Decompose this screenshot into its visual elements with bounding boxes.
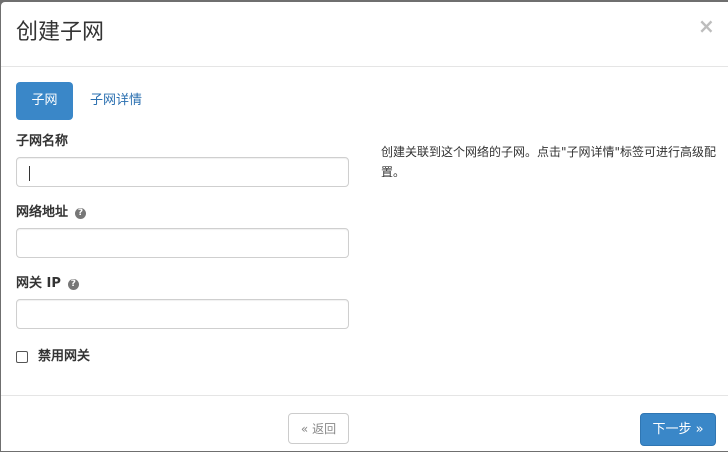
gateway-ip-label-text: 网关 IP <box>16 276 61 291</box>
create-subnet-dialog: 创建子网 × 子网 子网详情 子网名称 网络地址 ? 网关 IP ? 禁用网关 … <box>1 2 728 451</box>
text-caret <box>29 166 30 181</box>
back-button[interactable]: « 返回 <box>288 413 349 444</box>
tab-subnet-details[interactable]: 子网详情 <box>90 82 142 120</box>
question-circle-icon[interactable]: ? <box>75 207 87 219</box>
tab-subnet[interactable]: 子网 <box>16 82 73 120</box>
subnet-name-label: 子网名称 <box>16 133 68 151</box>
gateway-ip-label: 网关 IP ? <box>16 275 79 293</box>
disable-gateway-label: 禁用网关 <box>38 349 91 364</box>
close-icon[interactable]: × <box>698 15 715 37</box>
network-address-label-text: 网络地址 <box>16 205 69 220</box>
disable-gateway-checkbox[interactable] <box>16 351 28 363</box>
network-address-input[interactable] <box>16 228 349 258</box>
network-address-label: 网络地址 ? <box>16 204 87 222</box>
next-button[interactable]: 下一步 » <box>640 413 716 446</box>
help-description: 创建关联到这个网络的子网。点击"子网详情"标签可进行高级配置。 <box>381 145 717 179</box>
subnet-name-label-text: 子网名称 <box>16 134 69 149</box>
dialog-header: 创建子网 × <box>1 2 728 67</box>
dialog-title: 创建子网 <box>16 20 105 45</box>
gateway-ip-input[interactable] <box>16 299 349 329</box>
question-circle-icon[interactable]: ? <box>67 278 79 290</box>
dialog-footer: « 返回 下一步 » <box>1 395 728 452</box>
subnet-name-input[interactable] <box>16 157 349 187</box>
